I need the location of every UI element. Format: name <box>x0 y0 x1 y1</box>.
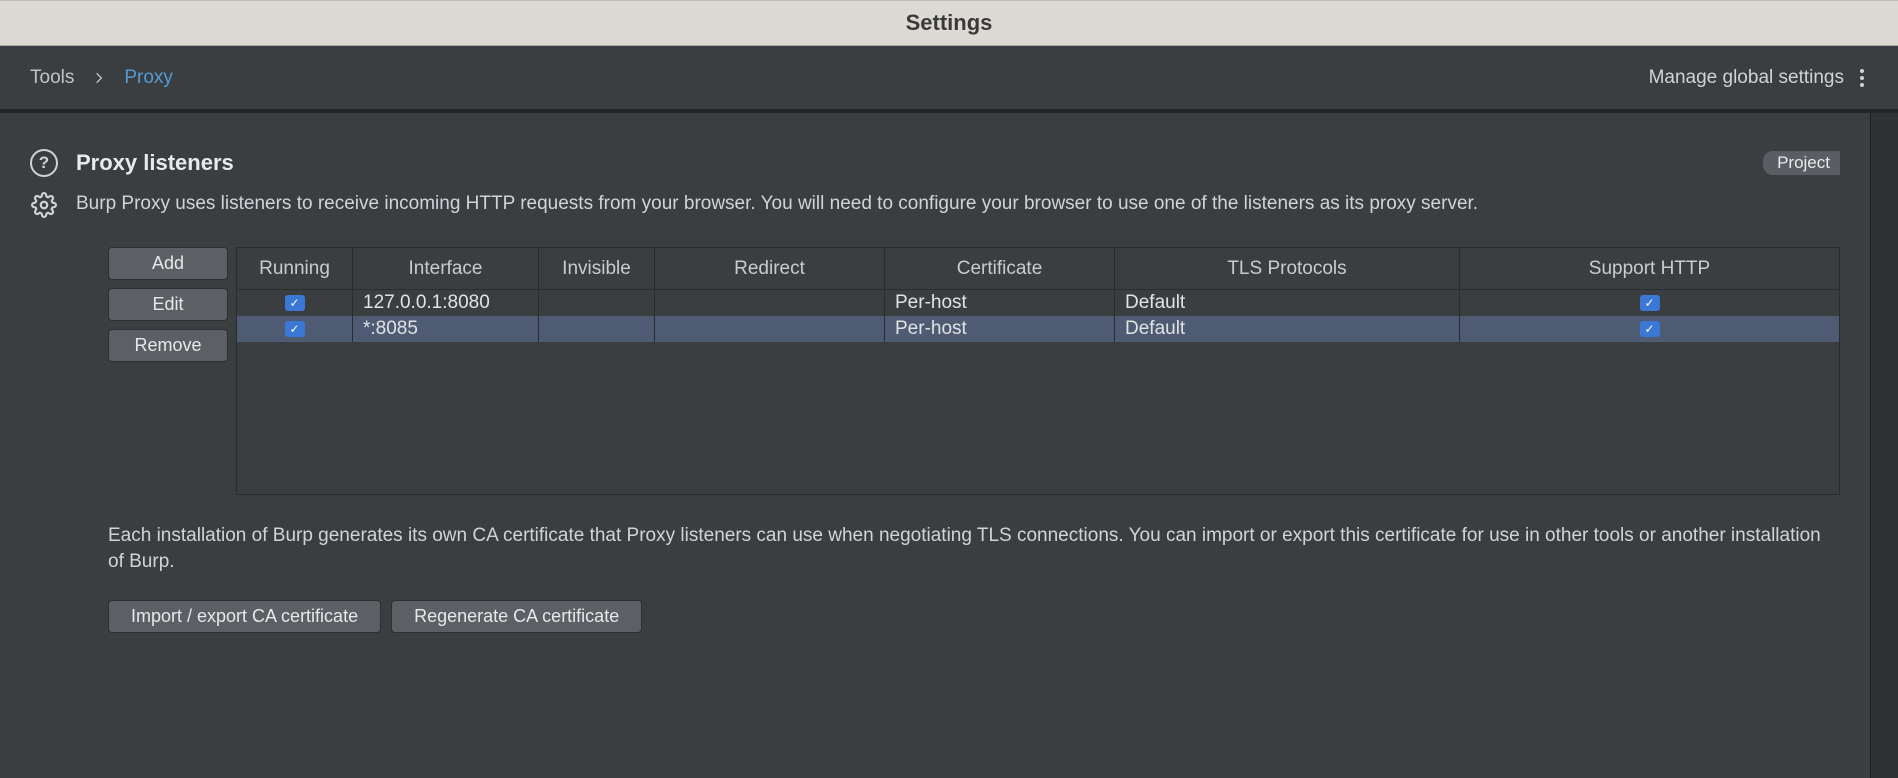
regenerate-ca-button[interactable]: Regenerate CA certificate <box>391 600 642 633</box>
table-cell <box>539 290 655 316</box>
table-row[interactable]: ✓ *:8085 Per-hostDefault ✓ <box>237 316 1839 342</box>
table-cell: ✓ <box>1460 316 1839 342</box>
table-cell <box>539 316 655 342</box>
col-header-interface[interactable]: Interface <box>353 248 539 289</box>
check-icon[interactable]: ✓ <box>1640 295 1660 311</box>
gear-icon[interactable] <box>30 191 58 219</box>
check-icon[interactable]: ✓ <box>1640 321 1660 337</box>
table-cell: Per-host <box>885 316 1115 342</box>
breadcrumb-current[interactable]: Proxy <box>124 67 173 89</box>
col-header-tls[interactable]: TLS Protocols <box>1115 248 1460 289</box>
table-cell: *:8085 <box>353 316 539 342</box>
section-description: Burp Proxy uses listeners to receive inc… <box>76 191 1840 217</box>
help-icon[interactable]: ? <box>30 149 58 177</box>
listener-button-column: Add Edit Remove <box>108 247 228 495</box>
table-cell <box>655 290 885 316</box>
vertical-scrollbar[interactable] <box>1870 113 1898 778</box>
edit-button[interactable]: Edit <box>108 288 228 321</box>
col-header-running[interactable]: Running <box>237 248 353 289</box>
ca-description: Each installation of Burp generates its … <box>30 523 1840 574</box>
listeners-table: Running Interface Invisible Redirect Cer… <box>236 247 1840 495</box>
ca-button-row: Import / export CA certificate Regenerat… <box>30 600 1840 633</box>
import-export-ca-button[interactable]: Import / export CA certificate <box>108 600 381 633</box>
settings-content: ? Proxy listeners Project Burp Proxy use… <box>0 113 1870 778</box>
section-header: ? Proxy listeners Project <box>30 149 1840 177</box>
section-title: Proxy listeners <box>76 150 234 176</box>
window-title-bar: Settings <box>0 0 1898 46</box>
breadcrumb-root[interactable]: Tools <box>30 67 74 89</box>
remove-button[interactable]: Remove <box>108 329 228 362</box>
table-cell: ✓ <box>237 316 353 342</box>
manage-global-settings-link[interactable]: Manage global settings <box>1649 67 1844 89</box>
kebab-menu-icon[interactable] <box>1856 65 1868 91</box>
table-cell: Default <box>1115 316 1460 342</box>
check-icon[interactable]: ✓ <box>285 321 305 337</box>
scope-badge: Project <box>1763 151 1840 175</box>
col-header-invisible[interactable]: Invisible <box>539 248 655 289</box>
table-cell <box>655 316 885 342</box>
window-title: Settings <box>906 10 993 36</box>
col-header-support[interactable]: Support HTTP <box>1460 248 1839 289</box>
table-cell: Default <box>1115 290 1460 316</box>
table-cell: ✓ <box>1460 290 1839 316</box>
table-cell: 127.0.0.1:8080 <box>353 290 539 316</box>
table-cell: ✓ <box>237 290 353 316</box>
chevron-right-icon <box>92 71 106 85</box>
check-icon[interactable]: ✓ <box>285 295 305 311</box>
col-header-certificate[interactable]: Certificate <box>885 248 1115 289</box>
col-header-redirect[interactable]: Redirect <box>655 248 885 289</box>
breadcrumb-bar: Tools Proxy Manage global settings <box>0 46 1898 113</box>
add-button[interactable]: Add <box>108 247 228 280</box>
table-header-row: Running Interface Invisible Redirect Cer… <box>237 248 1839 290</box>
table-cell: Per-host <box>885 290 1115 316</box>
table-body: ✓ 127.0.0.1:8080 Per-hostDefault ✓ ✓ *:8085 Pe… <box>237 290 1839 342</box>
table-row[interactable]: ✓ 127.0.0.1:8080 Per-hostDefault ✓ <box>237 290 1839 316</box>
